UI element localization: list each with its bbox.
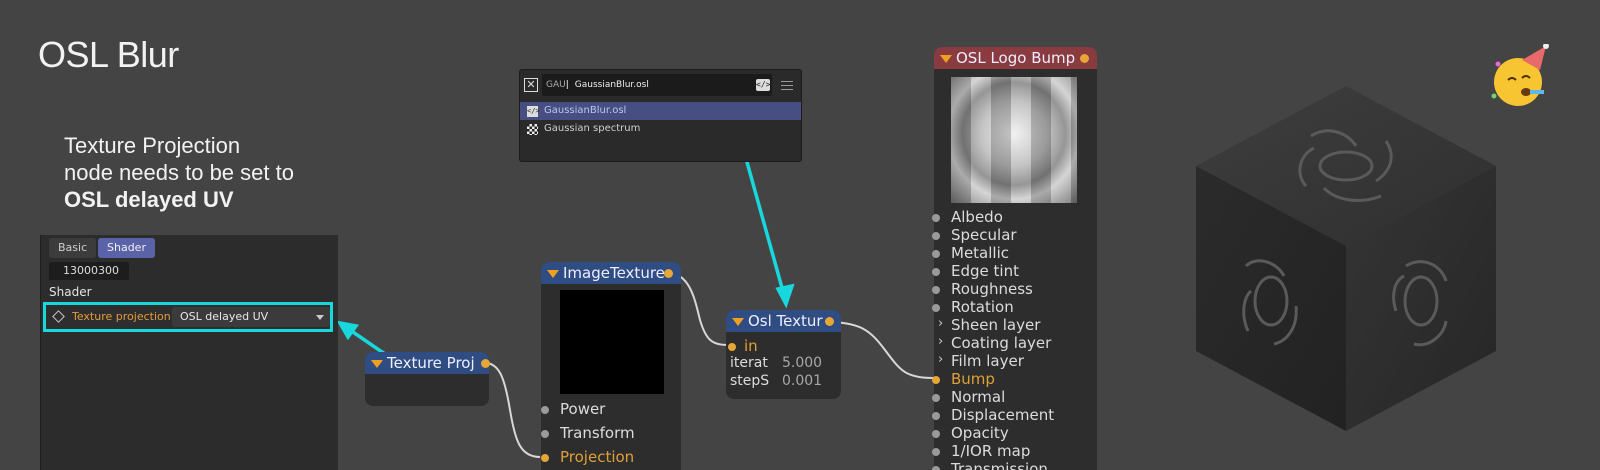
node-image-texture[interactable]: ImageTexture Power Transform Projection	[541, 262, 681, 470]
input-socket-in[interactable]: in	[728, 337, 758, 355]
input-group-coating-layer[interactable]: › Coating layer	[938, 334, 1051, 352]
chevron-right-icon: ›	[938, 334, 944, 349]
note-line-1: Texture Projection	[64, 133, 241, 158]
node-title: Texture Proj	[387, 354, 475, 372]
chevron-down-icon	[316, 315, 324, 320]
output-socket[interactable]	[825, 317, 834, 326]
node-search-popup: ✕ GAU| GaussianBlur.osl </> </> GaussianB…	[519, 69, 802, 162]
node-title: Osl Textur	[748, 312, 823, 330]
collapse-triangle-icon[interactable]	[371, 360, 383, 368]
texture-projection-label: Texture projection	[72, 310, 171, 323]
chevron-right-icon: ›	[938, 352, 944, 367]
input-socket-roughness[interactable]: Roughness	[932, 280, 1033, 298]
list-item[interactable]: Gaussian spectrum	[520, 120, 801, 138]
section-label: Shader	[49, 285, 92, 299]
node-title: OSL Logo Bump	[956, 49, 1076, 67]
material-preview	[951, 77, 1077, 203]
collapse-triangle-icon[interactable]	[940, 55, 952, 63]
tab-shader[interactable]: Shader	[98, 238, 155, 258]
inspector-panel: Basic Shader 13000300 Shader Texture pro…	[40, 235, 338, 470]
input-socket-transform[interactable]: Transform	[541, 424, 635, 442]
search-value: GaussianBlur.osl	[574, 80, 649, 90]
keyframe-diamond-icon[interactable]	[52, 310, 65, 323]
note-line-2: node needs to be set to	[64, 160, 294, 185]
texture-preview	[560, 290, 664, 394]
input-socket-power[interactable]: Power	[541, 400, 605, 418]
texture-projection-value: OSL delayed UV	[180, 310, 269, 323]
input-iterations[interactable]: iterat	[730, 355, 768, 371]
output-socket[interactable]	[664, 269, 673, 278]
input-socket-bump[interactable]: Bump	[932, 370, 995, 388]
arrow-tp-to-inspector	[349, 328, 386, 356]
list-item-label: Gaussian spectrum	[544, 123, 641, 134]
code-icon[interactable]: </>	[756, 79, 770, 91]
texture-projection-row: Texture projection OSL delayed UV	[43, 302, 333, 332]
node-header[interactable]: OSL Logo Bump	[934, 47, 1097, 69]
arrow-popup-to-osl-head	[775, 283, 795, 309]
input-group-film-layer[interactable]: › Film layer	[938, 352, 1024, 370]
rendered-cube-image	[1196, 86, 1496, 431]
output-socket[interactable]	[1080, 54, 1089, 63]
input-socket-transmission[interactable]: Transmission	[932, 460, 1048, 470]
tab-basic[interactable]: Basic	[49, 238, 97, 258]
code-file-icon: </>	[527, 106, 540, 117]
search-prefix: GAU	[546, 80, 566, 90]
wire-tp-to-projection	[484, 362, 541, 458]
input-socket-normal[interactable]: Normal	[932, 388, 1005, 406]
search-input[interactable]: GAU| GaussianBlur.osl	[542, 74, 772, 96]
input-socket-rotation[interactable]: Rotation	[932, 298, 1014, 316]
page-title: OSL Blur	[38, 34, 179, 75]
texture-projection-select[interactable]: OSL delayed UV	[172, 307, 330, 327]
node-title: ImageTexture	[563, 264, 665, 282]
wire-osl-to-bump	[825, 321, 934, 379]
collapse-triangle-icon[interactable]	[732, 318, 744, 326]
arrow-tp-to-inspector-head	[336, 320, 360, 341]
chevron-right-icon: ›	[938, 316, 944, 331]
node-texture-projection[interactable]: Texture Proj	[365, 352, 490, 406]
list-icon[interactable]	[777, 78, 793, 92]
input-step-size[interactable]: stepS	[730, 373, 769, 389]
node-osl-texture[interactable]: Osl Textur in iterat 5.000 stepS 0.001	[726, 310, 841, 399]
node-osl-logo-bump[interactable]: OSL Logo Bump Albedo Specular Metallic E…	[932, 47, 1097, 470]
input-socket-displacement[interactable]: Displacement	[932, 406, 1054, 424]
input-socket-projection[interactable]: Projection	[541, 448, 634, 466]
node-header[interactable]: ImageTexture	[541, 262, 681, 284]
checker-texture-icon	[527, 124, 538, 135]
input-socket-metallic[interactable]: Metallic	[932, 244, 1009, 262]
output-socket[interactable]	[481, 359, 490, 368]
input-socket-opacity[interactable]: Opacity	[932, 424, 1009, 442]
party-face-emoji-icon	[1491, 44, 1549, 106]
list-item[interactable]: </> GaussianBlur.osl	[520, 102, 801, 120]
collapse-triangle-icon[interactable]	[547, 270, 559, 278]
node-header[interactable]: Osl Textur	[726, 310, 841, 332]
note-bold: OSL delayed UV	[64, 187, 234, 212]
node-header[interactable]: Texture Proj	[365, 352, 489, 374]
input-socket-ior-map[interactable]: 1/IOR map	[932, 442, 1030, 460]
iterations-value[interactable]: 5.000	[782, 355, 822, 371]
step-size-value[interactable]: 0.001	[782, 373, 822, 389]
input-socket-edge-tint[interactable]: Edge tint	[932, 262, 1019, 280]
list-item-label: GaussianBlur.osl	[544, 105, 627, 116]
input-socket-specular[interactable]: Specular	[932, 226, 1017, 244]
input-group-sheen-layer[interactable]: › Sheen layer	[938, 316, 1040, 334]
id-field[interactable]: 13000300	[49, 262, 129, 280]
instruction-note: Texture Projection node needs to be set …	[64, 132, 294, 213]
input-socket-albedo[interactable]: Albedo	[932, 208, 1003, 226]
close-icon[interactable]: ✕	[524, 78, 538, 92]
